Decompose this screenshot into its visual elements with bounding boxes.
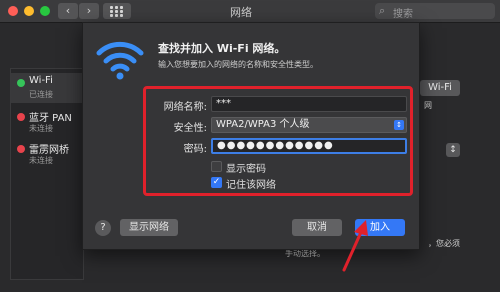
dialog-title: 查找并加入 Wi-Fi 网络。	[158, 42, 286, 55]
service-name: 雷雳网桥	[29, 145, 69, 156]
remember-network-checkbox[interactable]: ✓	[211, 177, 222, 188]
service-status: 已连接	[29, 90, 53, 99]
background-note: ，您必须	[428, 239, 460, 248]
dialog-subtitle: 输入您想要加入的网络的名称和安全性类型。	[158, 60, 318, 69]
chevron-updown-icon: ↕	[394, 120, 404, 130]
show-password-label: 显示密码	[226, 164, 266, 175]
search-icon: ⌕	[379, 4, 386, 17]
network-name-field[interactable]: ***	[211, 96, 407, 112]
show-password-checkbox[interactable]	[211, 161, 222, 172]
search-placeholder: 搜索	[393, 9, 413, 20]
sidebar-item-thunderbolt-bridge[interactable]: 雷雳网桥 未连接	[11, 139, 83, 169]
service-name: 蓝牙 PAN	[29, 113, 72, 124]
minimize-window-button[interactable]	[24, 6, 34, 16]
forward-icon[interactable]: ›	[79, 3, 99, 19]
show-networks-button[interactable]: 显示网络	[120, 219, 178, 236]
sidebar-item-wifi[interactable]: Wi-Fi 已连接	[11, 73, 83, 103]
chevron-updown-icon[interactable]: ↕	[446, 143, 460, 157]
wifi-toggle-button[interactable]: Wi-Fi	[420, 80, 460, 96]
help-button[interactable]: ?	[95, 220, 111, 236]
status-dot-icon	[17, 113, 25, 121]
background-text: 网	[424, 101, 432, 110]
security-label: 安全性:	[173, 123, 207, 134]
sidebar-item-bluetooth-pan[interactable]: 蓝牙 PAN 未连接	[11, 107, 83, 137]
network-name-label: 网络名称:	[163, 102, 207, 113]
grid-icon[interactable]	[103, 3, 131, 19]
security-value: WPA2/WPA3 个人级	[216, 119, 310, 130]
back-icon[interactable]: ‹	[58, 3, 78, 19]
service-status: 未连接	[29, 156, 53, 165]
zoom-window-button[interactable]	[40, 6, 50, 16]
status-dot-icon	[17, 79, 25, 87]
remember-network-label: 记住该网络	[226, 180, 276, 191]
search-input[interactable]: ⌕ 搜索	[375, 3, 495, 20]
annotation-arrow-icon	[342, 220, 368, 272]
password-field[interactable]: ●●●●●●●●●●●●	[211, 138, 407, 154]
service-status: 未连接	[29, 124, 53, 133]
network-service-list: Wi-Fi 已连接 蓝牙 PAN 未连接 雷雳网桥 未连接	[10, 68, 84, 280]
title-bar: ‹ › 网络 ⌕ 搜索	[0, 0, 500, 23]
close-window-button[interactable]	[8, 6, 18, 16]
security-select[interactable]: WPA2/WPA3 个人级 ↕	[211, 117, 407, 133]
status-dot-icon	[17, 145, 25, 153]
service-name: Wi-Fi	[29, 75, 53, 86]
wifi-icon	[96, 41, 144, 80]
window-title: 网络	[230, 6, 252, 19]
password-label: 密码:	[183, 144, 207, 155]
